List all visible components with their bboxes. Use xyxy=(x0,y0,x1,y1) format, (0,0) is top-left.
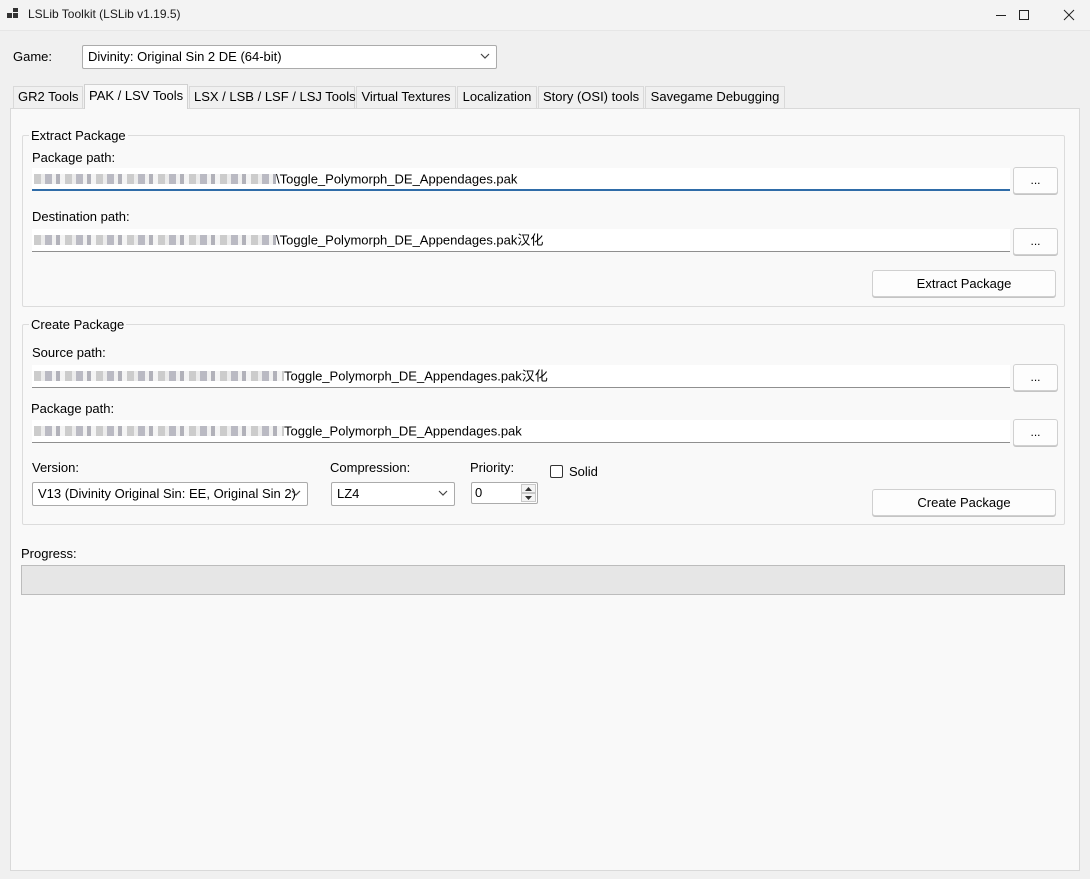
caret-up-icon xyxy=(525,486,532,491)
window-title: LSLib Toolkit (LSLib v1.19.5) xyxy=(28,7,181,21)
create-package-path-input[interactable]: Toggle_Polymorph_DE_Appendages.pak xyxy=(32,420,1010,443)
tab-pak-lsv-tools[interactable]: PAK / LSV Tools xyxy=(84,84,188,109)
chevron-down-icon xyxy=(291,490,301,496)
game-select[interactable]: Divinity: Original Sin 2 DE (64-bit) xyxy=(82,45,497,69)
tab-virtual-textures[interactable]: Virtual Textures xyxy=(356,86,456,108)
version-label: Version: xyxy=(32,460,79,475)
extract-package-path-input[interactable]: \Toggle_Polymorph_DE_Appendages.pak xyxy=(32,168,1010,191)
extract-package-path-value: \Toggle_Polymorph_DE_Appendages.pak xyxy=(276,171,518,187)
redacted-path xyxy=(34,425,284,436)
create-package-path-value: Toggle_Polymorph_DE_Appendages.pak xyxy=(284,423,522,439)
browse-destination-button[interactable]: ... xyxy=(1013,228,1058,255)
title-bar: LSLib Toolkit (LSLib v1.19.5) xyxy=(0,0,1090,30)
compression-select[interactable]: LZ4 xyxy=(331,482,455,506)
close-button[interactable] xyxy=(1046,0,1090,30)
compression-select-value: LZ4 xyxy=(337,486,360,501)
tab-story-osi-tools[interactable]: Story (OSI) tools xyxy=(538,86,644,108)
extract-package-button[interactable]: Extract Package xyxy=(872,270,1056,297)
extract-package-title: Extract Package xyxy=(29,128,128,143)
priority-label: Priority: xyxy=(470,460,515,475)
source-path-input[interactable]: Toggle_Polymorph_DE_Appendages.pak汉化 xyxy=(32,365,1010,388)
destination-path-input[interactable]: \Toggle_Polymorph_DE_Appendages.pak汉化 xyxy=(32,229,1010,252)
tab-savegame-debugging[interactable]: Savegame Debugging xyxy=(645,86,785,108)
maximize-icon xyxy=(1019,10,1029,20)
redacted-path xyxy=(34,173,276,184)
game-select-value: Divinity: Original Sin 2 DE (64-bit) xyxy=(88,49,282,64)
progress-bar xyxy=(21,565,1065,595)
close-icon xyxy=(1063,9,1075,21)
version-select-value: V13 (Divinity Original Sin: EE, Original… xyxy=(38,486,296,501)
create-package-title: Create Package xyxy=(29,317,127,332)
browse-source-button[interactable]: ... xyxy=(1013,364,1058,391)
tab-localization[interactable]: Localization xyxy=(457,86,537,108)
caret-down-icon xyxy=(525,495,532,500)
maximize-button[interactable] xyxy=(1001,0,1047,30)
create-package-button[interactable]: Create Package xyxy=(872,489,1056,516)
priority-value: 0 xyxy=(475,485,483,500)
solid-checkbox[interactable] xyxy=(550,465,563,478)
priority-stepper[interactable]: 0 xyxy=(471,482,538,504)
game-label: Game: xyxy=(13,49,53,64)
app-icon xyxy=(7,8,20,20)
solid-label[interactable]: Solid xyxy=(569,464,598,479)
destination-path-value: \Toggle_Polymorph_DE_Appendages.pak汉化 xyxy=(276,232,544,248)
tab-gr2-tools[interactable]: GR2 Tools xyxy=(13,86,83,108)
priority-increment-button[interactable] xyxy=(521,484,536,493)
chevron-down-icon xyxy=(438,490,448,496)
extract-package-path-label: Package path: xyxy=(32,150,116,165)
redacted-path xyxy=(34,370,284,381)
create-package-path-label: Package path: xyxy=(31,401,115,416)
destination-path-label: Destination path: xyxy=(32,209,130,224)
priority-decrement-button[interactable] xyxy=(521,493,536,502)
browse-extract-package-button[interactable]: ... xyxy=(1013,167,1058,194)
chevron-down-icon xyxy=(480,53,490,59)
source-path-label: Source path: xyxy=(32,345,106,360)
compression-label: Compression: xyxy=(330,460,411,475)
source-path-value: Toggle_Polymorph_DE_Appendages.pak汉化 xyxy=(284,368,548,384)
version-select[interactable]: V13 (Divinity Original Sin: EE, Original… xyxy=(32,482,308,506)
progress-label: Progress: xyxy=(21,546,77,561)
tab-lsx-lsb-lsf-lsj-tools[interactable]: LSX / LSB / LSF / LSJ Tools xyxy=(189,86,356,108)
browse-create-package-button[interactable]: ... xyxy=(1013,419,1058,446)
redacted-path xyxy=(34,234,276,245)
